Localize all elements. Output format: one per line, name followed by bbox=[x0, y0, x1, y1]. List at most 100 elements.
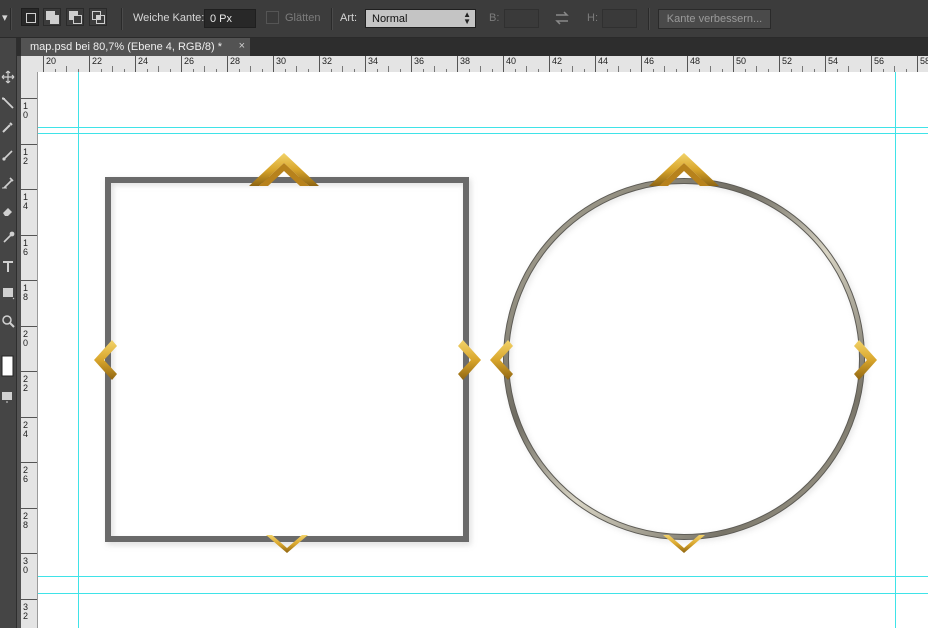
screen-mode-icon[interactable] bbox=[1, 390, 15, 404]
height-label: H: bbox=[587, 12, 598, 24]
eyedropper-icon[interactable] bbox=[1, 120, 15, 134]
zoom-icon[interactable] bbox=[1, 314, 15, 328]
style-select[interactable]: Normal ▲ ▼ bbox=[365, 9, 476, 28]
ruler-label: 12 bbox=[23, 146, 29, 166]
ruler-tick bbox=[365, 56, 366, 72]
divider bbox=[10, 8, 12, 30]
ruler-tick bbox=[319, 56, 320, 72]
options-bar: ▾ Weiche Kante: 0 Px Glätten Art: Normal… bbox=[0, 0, 928, 38]
ruler-tick bbox=[21, 553, 37, 554]
ruler-label: 32 bbox=[322, 56, 333, 66]
stamp-icon[interactable] bbox=[1, 176, 15, 190]
tools-panel bbox=[0, 38, 17, 628]
antialias-label: Glätten bbox=[285, 12, 321, 24]
ruler-label: 50 bbox=[736, 56, 747, 66]
style-select-value: Normal bbox=[372, 13, 408, 25]
ruler-tick bbox=[273, 56, 274, 72]
ruler-tick bbox=[181, 56, 182, 72]
ruler-label: 10 bbox=[23, 101, 29, 120]
ruler-label: 28 bbox=[230, 56, 241, 66]
move-icon[interactable] bbox=[1, 70, 15, 84]
ruler-tick bbox=[779, 56, 780, 72]
ruler-label: 36 bbox=[414, 56, 425, 66]
shape-icon[interactable] bbox=[1, 286, 15, 300]
feather-label: Weiche Kante: bbox=[133, 12, 205, 24]
color-swatch-icon[interactable] bbox=[1, 354, 15, 380]
artwork-layer bbox=[94, 153, 877, 553]
style-label: Art: bbox=[340, 12, 358, 24]
width-input[interactable] bbox=[504, 9, 539, 28]
ruler-tick bbox=[21, 371, 37, 372]
ruler-tick bbox=[21, 98, 37, 99]
ruler-label: 56 bbox=[874, 56, 885, 66]
ruler-label: 24 bbox=[23, 419, 29, 439]
circle-frame bbox=[503, 178, 867, 542]
divider bbox=[648, 8, 650, 30]
ruler-label: 14 bbox=[23, 192, 29, 211]
ruler-label: 32 bbox=[23, 601, 29, 621]
ruler-label: 22 bbox=[23, 374, 29, 393]
ruler-tick bbox=[21, 280, 37, 281]
ruler-label: 42 bbox=[552, 56, 563, 66]
divider bbox=[121, 8, 123, 30]
ruler-tick bbox=[871, 56, 872, 72]
ruler-tick bbox=[21, 416, 37, 418]
ruler-label: 26 bbox=[23, 465, 29, 484]
tool-preset-arrow-icon[interactable]: ▾ bbox=[2, 11, 8, 24]
ruler-label: 18 bbox=[23, 283, 29, 302]
ruler-tick bbox=[917, 56, 918, 72]
ruler-tick bbox=[21, 462, 37, 463]
ruler-tick bbox=[687, 56, 688, 72]
horizontal-ruler[interactable]: 20 22 24 26 28 30 32 34 36 38 40 42 44 46 48 50 52 54 56 58 bbox=[21, 56, 928, 73]
ruler-label: 16 bbox=[23, 237, 29, 257]
ruler-label: 46 bbox=[644, 56, 655, 66]
ruler-tick bbox=[227, 56, 228, 72]
ruler-tick bbox=[641, 56, 642, 72]
ruler-label: 22 bbox=[92, 56, 103, 66]
ruler-tick bbox=[549, 56, 550, 72]
ruler-tick bbox=[457, 56, 458, 72]
refine-edge-button[interactable]: Kante verbessern... bbox=[658, 9, 771, 29]
ruler-label: 30 bbox=[23, 556, 29, 575]
ruler-tick bbox=[135, 56, 136, 72]
ruler-tick bbox=[21, 507, 37, 509]
new-selection-icon[interactable] bbox=[21, 8, 39, 26]
subtract-selection-icon[interactable] bbox=[66, 8, 84, 26]
height-input[interactable] bbox=[602, 9, 637, 28]
ruler-tick bbox=[503, 56, 504, 72]
ruler-label: 54 bbox=[828, 56, 839, 66]
ruler-tick bbox=[595, 56, 596, 72]
eraser-icon[interactable] bbox=[1, 204, 15, 218]
vertical-ruler[interactable]: 10 12 14 16 18 20 22 24 26 28 30 32 bbox=[21, 72, 38, 628]
divider bbox=[331, 8, 333, 30]
antialias-checkbox[interactable] bbox=[266, 11, 279, 24]
ruler-tick bbox=[21, 325, 37, 327]
add-selection-icon[interactable] bbox=[43, 8, 61, 26]
ruler-tick bbox=[43, 56, 44, 72]
ruler-label: 52 bbox=[782, 56, 793, 66]
ruler-tick bbox=[733, 56, 734, 72]
burn-icon[interactable] bbox=[1, 230, 15, 244]
ruler-label: 34 bbox=[368, 56, 379, 66]
ruler-label: 24 bbox=[138, 56, 149, 66]
ruler-label: 40 bbox=[506, 56, 517, 66]
ruler-tick bbox=[21, 598, 37, 600]
intersect-selection-icon[interactable] bbox=[89, 8, 107, 26]
ruler-tick bbox=[21, 143, 37, 145]
text-icon[interactable] bbox=[1, 260, 15, 274]
swap-icon[interactable] bbox=[553, 9, 571, 27]
ruler-label: 26 bbox=[184, 56, 195, 66]
ruler-tick bbox=[21, 189, 37, 190]
ruler-label: 38 bbox=[460, 56, 471, 66]
feather-input[interactable]: 0 Px bbox=[204, 9, 256, 28]
close-tab-icon[interactable]: × bbox=[239, 40, 245, 52]
ruler-label: 58 bbox=[920, 56, 928, 66]
ruler-label: 20 bbox=[23, 328, 29, 348]
brush-icon[interactable] bbox=[1, 148, 15, 162]
select-arrows-icon: ▲ ▼ bbox=[463, 10, 471, 26]
magic-wand-icon[interactable] bbox=[1, 96, 15, 110]
document-tab[interactable]: map.psd bei 80,7% (Ebene 4, RGB/8) * × bbox=[21, 38, 251, 56]
ruler-label: 20 bbox=[46, 56, 57, 66]
ruler-tick bbox=[411, 56, 412, 72]
ruler-label: 30 bbox=[276, 56, 287, 66]
